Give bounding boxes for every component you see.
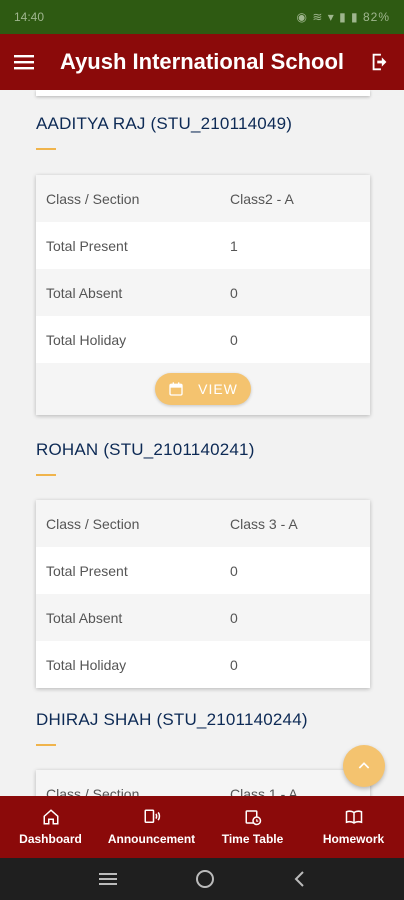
row-value: Class 1 - A [230, 785, 298, 797]
nav-label: Time Table [221, 832, 284, 846]
nav-label: Dashboard [19, 832, 82, 846]
table-row: Total Present 1 [36, 222, 370, 269]
timetable-icon [245, 810, 261, 826]
row-value: 1 [230, 237, 238, 254]
status-icons: ◉ ≋ ▾ ▮ ▮ 82% [296, 10, 390, 24]
nav-label: Announcement [107, 832, 196, 846]
menu-icon[interactable] [0, 34, 48, 90]
table-row: Total Holiday 0 [36, 641, 370, 688]
name-underline [36, 474, 56, 476]
row-value: 0 [230, 609, 238, 626]
homework-icon [345, 810, 362, 824]
view-button[interactable]: VIEW [155, 373, 251, 405]
row-label: Total Holiday [46, 331, 127, 348]
nav-homework[interactable]: Homework [303, 796, 404, 858]
row-label: Total Absent [46, 284, 123, 301]
student-header: DHIRAJ SHAH (STU_2101140244) [36, 710, 370, 746]
announcement-icon [144, 809, 160, 823]
name-underline [36, 744, 56, 746]
row-value: 0 [230, 331, 238, 348]
student-name: ROHAN (STU_2101140241) [36, 440, 255, 459]
nav-dashboard[interactable]: Dashboard [0, 796, 101, 858]
bottom-navigation: Dashboard Announcement Time Table Homewo… [0, 796, 404, 858]
previous-card-edge [36, 90, 370, 96]
student-attendance-list[interactable]: AADITYA RAJ (STU_210114049) Class / Sect… [0, 90, 404, 796]
row-value: Class 3 - A [230, 515, 298, 532]
logout-icon[interactable] [356, 34, 404, 90]
attendance-card: Class / Section Class 1 - A [36, 770, 370, 796]
row-value: Class2 - A [230, 190, 294, 207]
name-underline [36, 148, 56, 150]
table-row: Total Present 0 [36, 547, 370, 594]
home-icon [43, 809, 58, 825]
row-value: 0 [230, 656, 238, 673]
system-navigation-bar [0, 858, 404, 900]
status-time: 14:40 [14, 10, 45, 24]
table-row: Class / Section Class2 - A [36, 175, 370, 222]
attendance-card: Class / Section Class2 - A Total Present… [36, 175, 370, 415]
nav-time-table[interactable]: Time Table [202, 796, 303, 858]
app-title: Ayush International School [60, 49, 344, 74]
table-row: Total Absent 0 [36, 269, 370, 316]
student-header: ROHAN (STU_2101140241) [36, 440, 370, 476]
calendar-icon [169, 382, 183, 396]
scroll-to-top-button[interactable] [343, 745, 385, 787]
row-label: Class / Section [46, 785, 140, 797]
back-icon[interactable] [292, 870, 306, 888]
student-header: AADITYA RAJ (STU_210114049) [36, 114, 370, 150]
row-label: Total Absent [46, 609, 123, 626]
home-circle-icon[interactable] [195, 869, 215, 889]
attendance-card: Class / Section Class 3 - A Total Presen… [36, 500, 370, 688]
nav-announcement[interactable]: Announcement [101, 796, 202, 858]
recent-apps-icon[interactable] [98, 871, 118, 887]
card-footer: VIEW [36, 363, 370, 415]
battery-level: 82% [362, 10, 390, 24]
student-name: DHIRAJ SHAH (STU_2101140244) [36, 710, 308, 729]
table-row: Total Holiday 0 [36, 316, 370, 363]
row-label: Class / Section [46, 515, 140, 532]
table-row: Total Absent 0 [36, 594, 370, 641]
row-label: Total Present [46, 562, 128, 579]
status-bar: 14:40 ◉ ≋ ▾ ▮ ▮ 82% [0, 0, 404, 34]
row-value: 0 [230, 562, 238, 579]
row-value: 0 [230, 284, 238, 301]
table-row: Class / Section Class 3 - A [36, 500, 370, 547]
app-bar: Ayush International School [0, 34, 404, 90]
nav-label: Homework [322, 832, 385, 846]
chevron-up-icon [358, 762, 370, 769]
row-label: Total Present [46, 237, 128, 254]
row-label: Class / Section [46, 190, 140, 207]
row-label: Total Holiday [46, 656, 127, 673]
table-row: Class / Section Class 1 - A [36, 770, 370, 796]
student-name: AADITYA RAJ (STU_210114049) [36, 114, 293, 133]
view-button-label: VIEW [198, 381, 238, 397]
